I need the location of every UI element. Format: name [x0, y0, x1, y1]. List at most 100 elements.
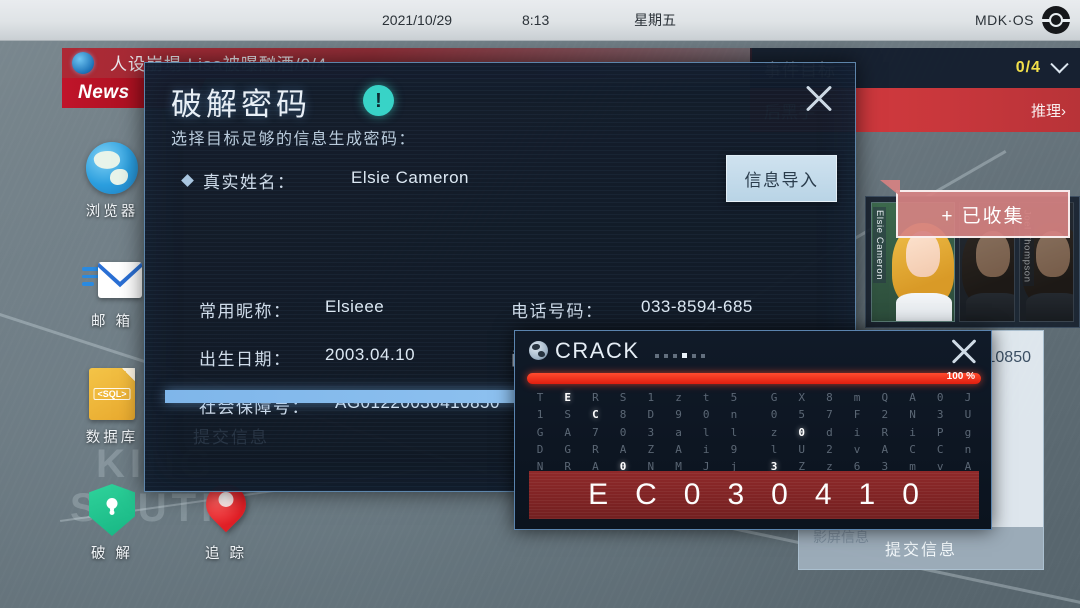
matrix-cell: l: [770, 442, 778, 456]
crack-window-title: CRACK: [555, 338, 640, 363]
crack-result-code: EC030410: [529, 471, 979, 519]
submit-info-button[interactable]: 提交信息: [799, 527, 1043, 569]
matrix-cell: F: [853, 408, 861, 422]
crack-window: CRACK 100 % TERS1zt51SC8D90nGA703allDGRA…: [514, 330, 992, 530]
close-icon[interactable]: [799, 79, 839, 119]
result-code-char: 1: [858, 478, 877, 511]
field-real-name[interactable]: 真实姓名：: [203, 168, 296, 193]
matrix-cell: l: [702, 425, 710, 439]
matrix-cell: A: [881, 442, 889, 456]
matrix-cell: 2: [881, 408, 889, 422]
objective-count: 0/4: [1015, 59, 1041, 76]
matrix-cell: n: [964, 442, 972, 456]
crack-globe-icon: [529, 341, 548, 360]
matrix-cell: g: [964, 425, 972, 439]
status-time: 8:13: [522, 12, 550, 28]
matrix-cell: 3: [647, 425, 655, 439]
desktop-icon-track[interactable]: 追 踪: [178, 475, 274, 563]
matrix-cell: T: [536, 391, 544, 404]
matrix-cell: 7: [826, 408, 833, 422]
matrix-cell: d: [826, 425, 833, 439]
result-code-char: 0: [902, 478, 920, 511]
matrix-cell: N: [909, 408, 916, 422]
news-globe-icon: [72, 52, 94, 74]
field-nickname-value: Elsieee: [325, 297, 385, 316]
matrix-cell: A: [909, 391, 916, 404]
matrix-cell: 1: [536, 408, 544, 422]
matrix-cell: G: [564, 442, 572, 456]
matrix-cell: C: [936, 442, 944, 456]
matrix-cell: Q: [881, 391, 889, 404]
matrix-cell: E: [564, 391, 572, 404]
status-weekday: 星期五: [634, 12, 676, 28]
collected-toast: + 已收集: [880, 180, 1070, 238]
game-screen: KING SOUTH 2021/10/29 8:13 星期五 MDK·OS 人设…: [0, 0, 1080, 608]
matrix-cell: C: [909, 442, 916, 456]
field-label: 电话号码：: [511, 302, 604, 321]
field-birthdate[interactable]: 出生日期：: [199, 345, 292, 370]
matrix-cell: i: [853, 425, 861, 439]
desktop-icon-label: 破 解: [90, 546, 134, 562]
chevron-down-icon[interactable]: [1050, 54, 1069, 73]
field-marker-diamond-icon: [181, 174, 194, 187]
matrix-cell: 1: [647, 391, 655, 404]
matrix-row: z 0 d i Ri Pg: [763, 426, 979, 439]
crack-character-matrix: TERS1zt51SC8D90nGA703allDGRAZAi9NRA0NMJj…: [529, 391, 979, 473]
matrix-cell: 9: [675, 408, 682, 422]
matrix-cell: U: [964, 408, 972, 422]
field-label: 出生日期：: [199, 350, 292, 369]
matrix-cell: 0: [702, 408, 710, 422]
matrix-cell: S: [619, 391, 627, 404]
matrix-row: G X 8 m Q A 0 J: [763, 391, 979, 404]
dialog-title: 破解密码: [171, 87, 311, 122]
field-phone-value: 033-8594-685: [641, 297, 753, 316]
matrix-cell: v: [853, 442, 861, 456]
matrix-cell: 0: [619, 425, 627, 439]
portrait-name: Elsie Cameron: [873, 207, 886, 284]
matrix-cell: R: [881, 425, 889, 439]
import-info-button[interactable]: 信息导入: [726, 155, 837, 202]
matrix-cell: 0: [798, 425, 806, 439]
result-code-char: E: [588, 478, 610, 511]
matrix-cell: 5: [798, 408, 806, 422]
field-phone[interactable]: 电话号码：: [511, 297, 604, 322]
field-birthdate-value: 2003.04.10: [325, 345, 416, 364]
matrix-cell: S: [564, 408, 572, 422]
matrix-cell: P: [936, 425, 944, 439]
matrix-cell: 8: [619, 408, 627, 422]
matrix-cell: G: [536, 425, 544, 439]
top-status-bar: 2021/10/29 8:13 星期五 MDK·OS: [0, 0, 1080, 41]
matrix-cell: m: [853, 391, 861, 404]
matrix-cell: 2: [826, 442, 833, 456]
browser-globe-icon: [86, 142, 138, 194]
matrix-cell: U: [798, 442, 806, 456]
matrix-row: l U 2 v A C Cn: [763, 443, 979, 456]
database-sql-file-icon: <SQL>: [89, 368, 135, 420]
matrix-cell: 8: [826, 391, 833, 404]
field-nickname[interactable]: 常用昵称：: [199, 297, 292, 322]
crack-loading-dots-icon: [655, 353, 705, 358]
matrix-cell: t: [702, 391, 710, 404]
matrix-cell: 7: [592, 425, 599, 439]
matrix-cell: A: [675, 442, 682, 456]
deduce-link[interactable]: 推理›: [1031, 100, 1066, 121]
dialog-ghost-text: 提交信息: [193, 428, 269, 447]
field-real-name-value: Elsie Cameron: [351, 168, 469, 187]
matrix-cell: 9: [730, 442, 738, 456]
matrix-cell: 3: [936, 408, 944, 422]
matrix-cell: X: [798, 391, 806, 404]
matrix-cell: n: [730, 408, 738, 422]
matrix-cell: l: [730, 425, 738, 439]
crack-progress-fill: [527, 373, 981, 384]
matrix-row: 1 S C 8 D 9 0 n: [529, 408, 745, 421]
close-icon[interactable]: [947, 337, 981, 367]
matrix-row: D G R A Z Ai 9: [529, 443, 745, 456]
matrix-cell: 5: [730, 391, 738, 404]
desktop-icon-crack[interactable]: 破 解: [64, 484, 160, 563]
exclamation-circle-icon[interactable]: !: [363, 85, 394, 116]
matrix-row: G A 7 0 3 a l l: [529, 426, 745, 439]
result-code-char: 3: [727, 478, 746, 511]
matrix-column-left: TERS1zt51SC8D90nGA703allDGRAZAi9NRA0NMJj: [529, 391, 745, 473]
matrix-cell: z: [675, 391, 682, 404]
news-badge-label: News: [78, 82, 130, 103]
